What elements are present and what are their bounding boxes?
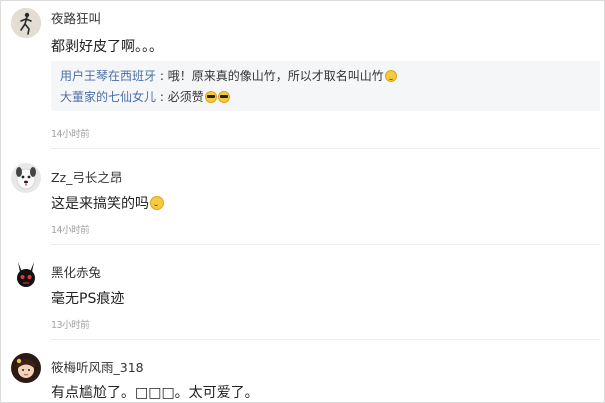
comment-text: 有点尴尬了。□□□。太可爱了。 [51, 385, 259, 401]
runner-silhouette-avatar[interactable] [11, 8, 41, 38]
comment-timestamp: 13小时前 [51, 320, 90, 331]
cool-emoji-icon [204, 91, 217, 103]
girl-avatar[interactable] [11, 353, 41, 383]
reply-separator: : [156, 90, 168, 104]
black-rabbit-avatar[interactable] [11, 260, 41, 290]
reply-text: 哦！原来真的像山竹，所以才取名叫山竹 [167, 69, 384, 83]
laughing-emoji-icon [150, 196, 164, 210]
comment-text-content: 这是来搞笑的吗 [51, 196, 149, 212]
comment-username[interactable]: 黑化赤兔 [51, 262, 101, 281]
divider [51, 339, 600, 340]
comment-timestamp: 14小时前 [51, 129, 90, 140]
reply-text: 必须赞 [167, 90, 204, 104]
reply-box: 用户王琴在西班牙 : 哦！原来真的像山竹，所以才取名叫山竹 大董家的七仙女儿 :… [51, 61, 600, 111]
comment-text: 都剥好皮了啊。。。 [51, 39, 163, 55]
comment-text: 这是来搞笑的吗 [51, 193, 164, 213]
divider [51, 244, 600, 245]
comment-item: 筱梅听风雨_318 有点尴尬了。□□□。太可爱了。 [1, 341, 604, 402]
smile-emoji-icon [384, 70, 397, 82]
divider [51, 148, 600, 149]
comment-list: 夜路狂叫 都剥好皮了啊。。。 用户王琴在西班牙 : 哦！原来真的像山竹，所以才取… [0, 0, 605, 403]
comment-username[interactable]: 夜路狂叫 [51, 8, 101, 27]
comment-item: 黑化赤兔 毫无PS痕迹 13小时前 [1, 246, 604, 341]
reply-username[interactable]: 大董家的七仙女儿 [60, 90, 156, 104]
cool-emoji-icon [217, 91, 230, 103]
comment-item: 夜路狂叫 都剥好皮了啊。。。 用户王琴在西班牙 : 哦！原来真的像山竹，所以才取… [1, 1, 604, 151]
reply-item: 大董家的七仙女儿 : 必须赞 [60, 88, 230, 105]
comment-text: 毫无PS痕迹 [51, 291, 125, 307]
dog-avatar[interactable] [11, 163, 41, 193]
reply-username[interactable]: 用户王琴在西班牙 [60, 69, 156, 83]
comment-username[interactable]: 筱梅听风雨_318 [51, 357, 144, 376]
comment-timestamp: 14小时前 [51, 225, 90, 236]
comment-username[interactable]: Zz_弓长之昂 [51, 167, 122, 186]
reply-item: 用户王琴在西班牙 : 哦！原来真的像山竹，所以才取名叫山竹 [60, 67, 397, 84]
reply-separator: : [156, 69, 168, 83]
comment-item: Zz_弓长之昂 这是来搞笑的吗 14小时前 [1, 151, 604, 246]
